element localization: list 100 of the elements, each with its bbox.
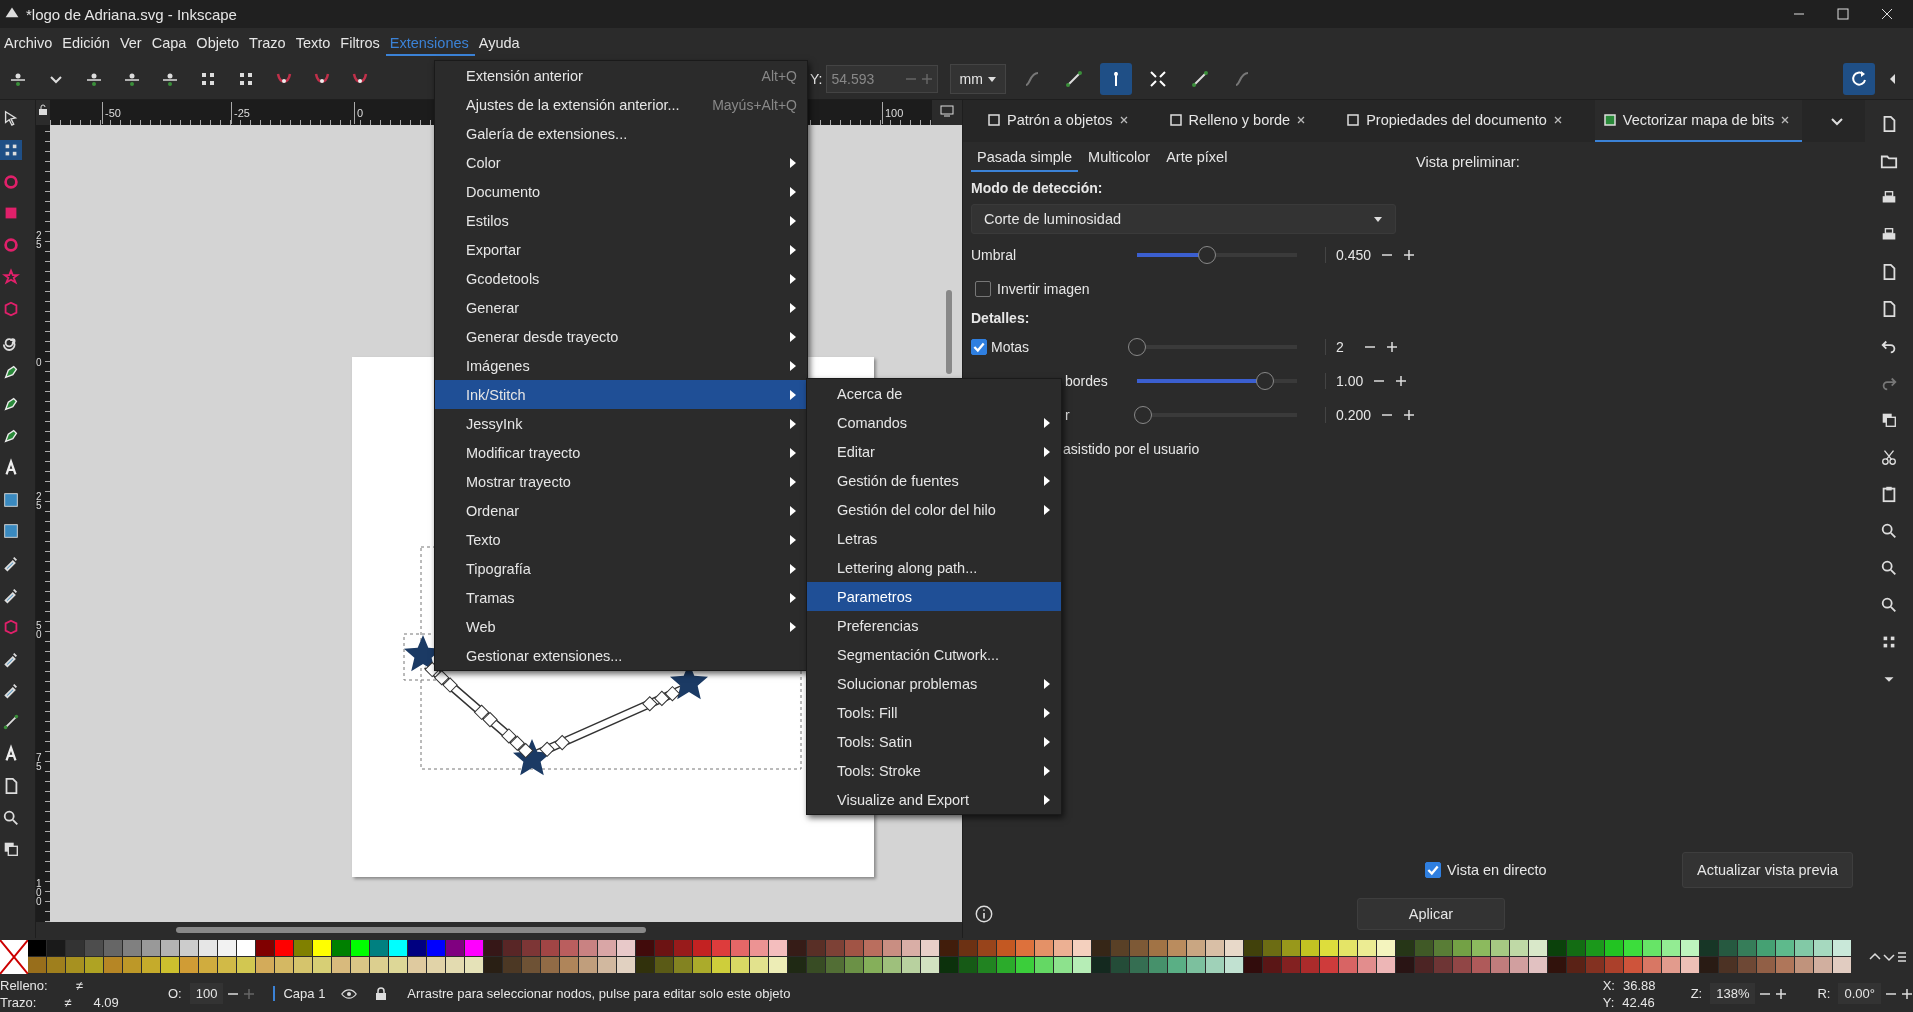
node-handle[interactable] [554,735,570,751]
checkbox[interactable] [975,281,991,297]
menu-item[interactable]: Editar [807,437,1061,466]
menu-item[interactable]: Exportar [435,235,807,264]
mode-tab[interactable]: Pasada simple [971,149,1079,172]
scrollbar-thumb[interactable] [946,290,952,374]
menu-item[interactable]: Tipografía [435,554,807,583]
node-handle[interactable] [501,728,517,744]
menu-item[interactable]: Gestionar extensiones... [435,641,807,670]
slider-thumb[interactable] [1134,406,1153,424]
scrollbar-thumb[interactable] [176,927,646,933]
node-handle[interactable] [642,696,658,712]
menu-item[interactable]: Gestión de fuentes [807,466,1061,495]
value-field[interactable]: 2 [1325,339,1354,355]
dock-tab[interactable]: Propiedades del documento [1338,100,1575,142]
menu-item[interactable]: Mostrar trayecto [435,467,807,496]
menu-item[interactable]: Parametros [807,582,1061,611]
menu-item[interactable]: Generar [435,293,807,322]
menu-item[interactable]: Capa [147,30,193,56]
menu-item[interactable]: Ajustes de la extensión anterior... Mayús+Alt+Q [435,90,807,119]
no-paint-swatch-icon[interactable] [0,939,28,974]
node-handle[interactable] [654,690,670,706]
menu-item[interactable]: Galería de extensiones... [435,119,807,148]
menu-item[interactable]: Estilos [435,206,807,235]
unit-dropdown[interactable]: mm [950,63,1006,94]
menu-item[interactable]: Tools: Fill [807,698,1061,727]
close-icon[interactable] [1552,115,1563,125]
node-tool-icon[interactable] [0,139,22,160]
menu-item[interactable]: Visualize and Export [807,785,1061,814]
dock-tab[interactable]: Relleno y borde [1160,100,1319,142]
menu-item[interactable]: Preferencias [807,611,1061,640]
zoom-selection-icon[interactable] [1880,522,1898,540]
layer-selector[interactable]: Capa 1 [273,986,326,1001]
menu-item[interactable]: Objeto [192,30,246,56]
menu-item[interactable]: Texto [435,525,807,554]
clipboard-icon[interactable] [1880,485,1898,503]
zoom-page-icon[interactable] [1880,596,1898,614]
menu-item[interactable]: Lettering along path... [807,553,1061,582]
value-field[interactable]: 0.450 [1325,247,1372,263]
menu-item[interactable]: Comandos [807,408,1061,437]
node-handle[interactable] [482,712,498,728]
menu-item[interactable]: Ink/Stitch [435,380,807,409]
menu-item[interactable]: Archivo [0,30,59,56]
apply-button[interactable]: Aplicar [1357,898,1505,930]
value-field[interactable]: 1.00 [1325,373,1364,389]
node-handle[interactable] [539,741,555,757]
info-icon[interactable] [973,903,995,925]
rotation-field[interactable]: 0.00° [1838,983,1881,1004]
menu-item[interactable]: Ver [115,30,148,56]
menu-item[interactable]: Texto [291,30,337,56]
menu-item[interactable]: Color [435,148,807,177]
star-icon[interactable] [0,267,22,287]
slider-thumb[interactable] [1198,246,1217,264]
duplicate-icon[interactable] [1880,411,1898,429]
menu-item[interactable]: Documento [435,177,807,206]
menu-item[interactable]: Ordenar [435,496,807,525]
menu-item[interactable]: Modificar trayecto [435,438,807,467]
checkbox[interactable] [1425,862,1441,878]
menu-item[interactable]: Acerca de [807,379,1061,408]
menu-item[interactable]: Extensiones [385,30,475,56]
node-handle[interactable] [509,735,525,751]
menu-item[interactable]: Web [435,612,807,641]
checkbox[interactable] [971,339,987,355]
dock-tab[interactable]: Vectorizar mapa de bits [1594,100,1803,142]
menu-item[interactable]: Trazo [245,30,292,56]
close-icon[interactable] [1296,115,1307,125]
menu-item[interactable]: Gcodetools [435,264,807,293]
node-handle[interactable] [474,704,490,720]
menu-item[interactable]: Extensión anterior Alt+Q [435,61,807,90]
value-field[interactable]: 0.200 [1325,407,1372,423]
dock-tab[interactable]: Patrón a objetos [979,100,1141,142]
menu-item[interactable]: Solucionar problemas [807,669,1061,698]
menu-item[interactable]: Imágenes [435,351,807,380]
slider-thumb[interactable] [1128,338,1146,356]
close-icon[interactable] [1780,115,1791,125]
update-preview-button[interactable]: Actualizar vista previa [1681,852,1853,888]
zoom-field[interactable]: 138% [1710,983,1756,1004]
handles-icon[interactable] [1099,62,1132,95]
mode-tab[interactable]: Multicolor [1082,149,1157,172]
menu-item[interactable]: Tramas [435,583,807,612]
close-icon[interactable] [1118,115,1129,125]
menu-item[interactable]: Filtros [336,30,386,56]
menu-item[interactable]: JessyInk [435,409,807,438]
cut-icon[interactable] [1880,448,1898,466]
menu-item[interactable]: Letras [807,524,1061,553]
snap-icon[interactable] [1843,62,1875,95]
node-handle[interactable] [518,742,534,759]
display-mode-icon[interactable] [940,104,954,118]
lock-guides-icon[interactable] [37,104,49,116]
menu-item[interactable]: Edición [58,30,116,56]
node-handle[interactable] [442,677,458,693]
mode-dropdown[interactable]: Corte de luminosidad [971,204,1396,234]
menu-item[interactable]: Gestión del color del hilo [807,495,1061,524]
menu-item[interactable]: Tools: Stroke [807,756,1061,785]
menu-item[interactable]: Ayuda [474,30,526,56]
node-handle[interactable] [664,686,680,702]
menu-item[interactable]: Tools: Satin [807,727,1061,756]
zoom-drawing-icon[interactable] [1880,559,1898,577]
eye-icon[interactable] [341,986,358,1001]
menu-item[interactable]: Generar desde trayecto [435,322,807,351]
